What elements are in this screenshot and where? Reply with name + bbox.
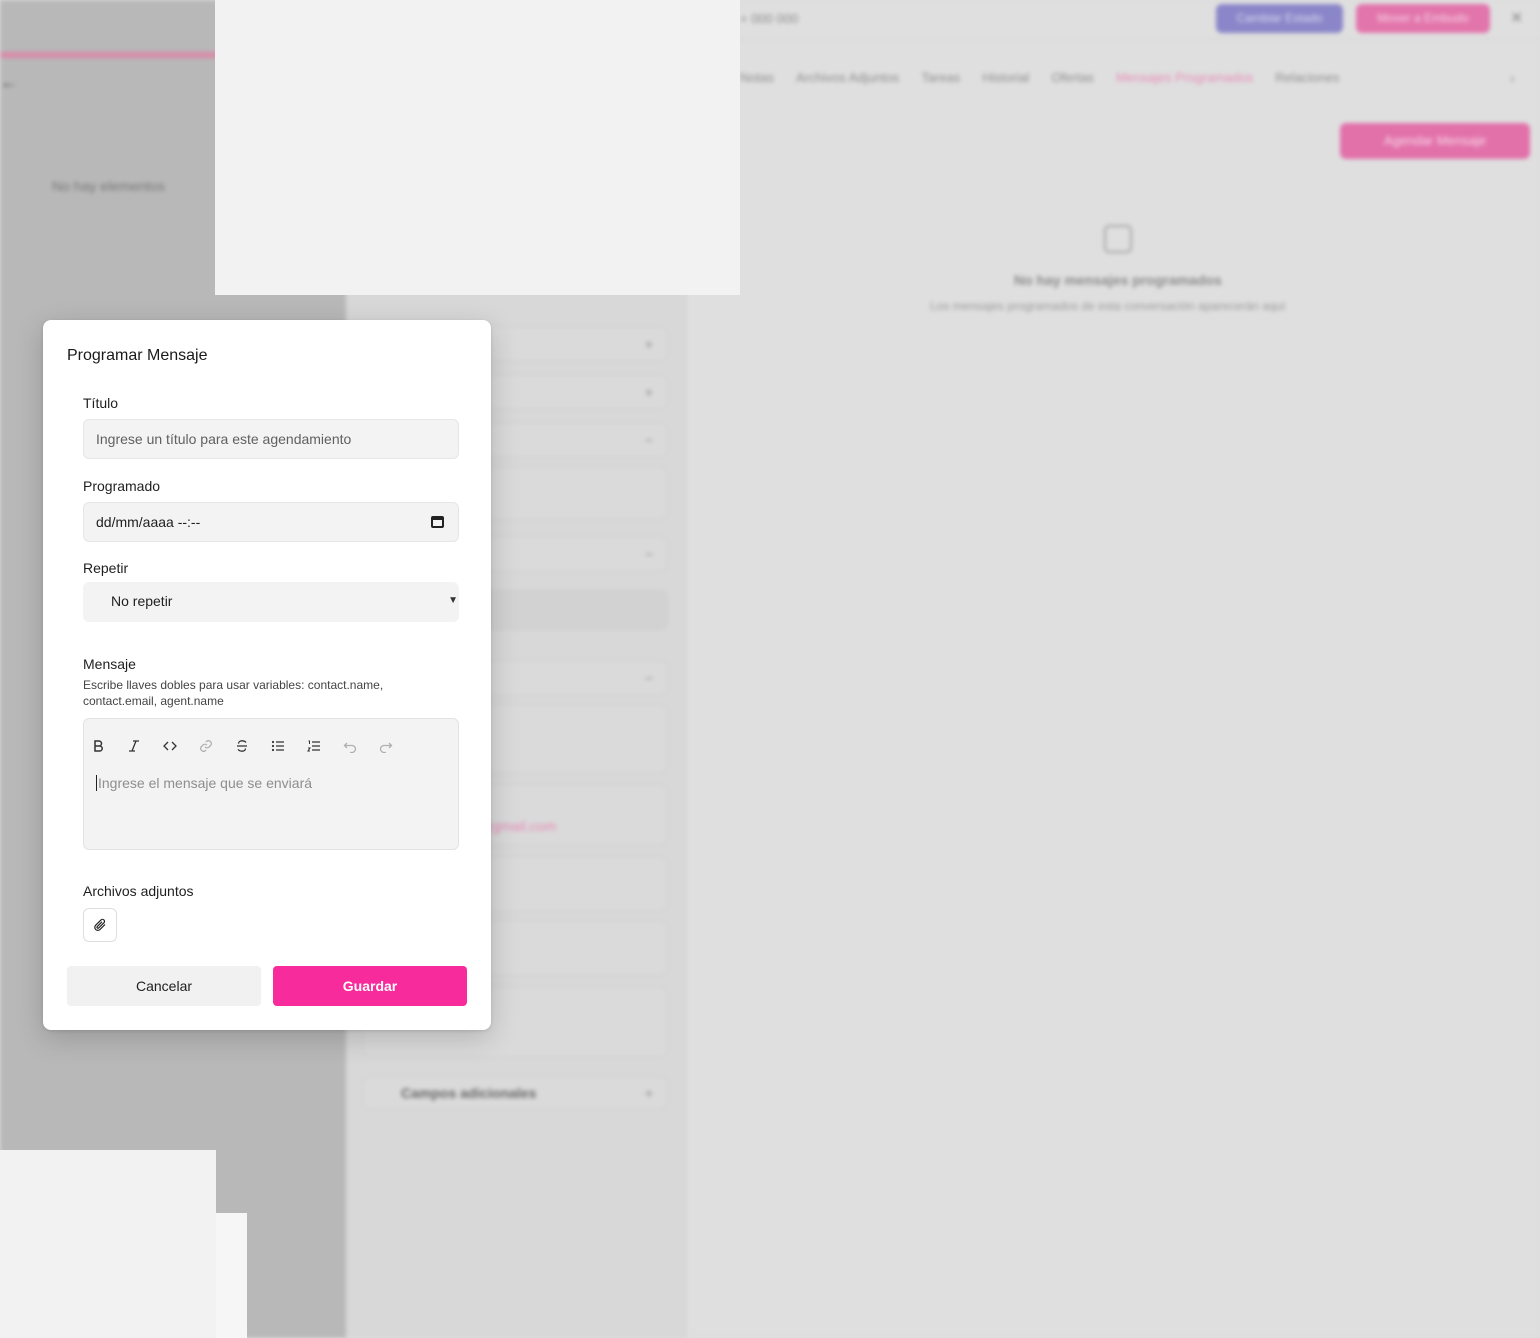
background-card-title: Campos adicionales [401, 1085, 537, 1101]
background-tab: Notas [740, 70, 774, 85]
schedule-message-modal: Programar Mensaje Título Ingrese un títu… [43, 320, 491, 1030]
title-input[interactable]: Ingrese un título para este agendamiento [83, 419, 459, 459]
italic-icon[interactable] [121, 735, 147, 757]
overlay-panel [215, 0, 740, 295]
background-phone: + 000 000 [740, 11, 799, 26]
background-calendar-icon [1104, 225, 1132, 253]
cancel-button[interactable]: Cancelar [67, 966, 261, 1006]
code-icon[interactable] [157, 735, 183, 757]
save-button[interactable]: Guardar [273, 966, 467, 1006]
link-icon[interactable] [193, 735, 219, 757]
ordered-list-icon[interactable] [301, 735, 327, 757]
schedule-datetime-placeholder: dd/mm/aaaa --:-- [96, 514, 201, 530]
attachments-label: Archivos adjuntos [83, 883, 194, 899]
bullet-list-icon[interactable] [265, 735, 291, 757]
message-editor[interactable]: Ingrese el mensaje que se enviará [83, 718, 459, 850]
schedule-label: Programado [83, 478, 161, 494]
repeat-select[interactable]: No repetir ▼ [83, 582, 459, 622]
repeat-select-value: No repetir [111, 593, 173, 609]
background-tabs: Notas Archivos Adjuntos Tareas Historial… [740, 70, 1340, 85]
background-tab: Ofertas [1051, 70, 1094, 85]
schedule-datetime-input[interactable]: dd/mm/aaaa --:-- [83, 502, 459, 542]
bold-icon[interactable] [85, 735, 111, 757]
background-empty-subtitle: Los mensajes programados de esta convers… [930, 299, 1286, 313]
overlay-panel [216, 1213, 247, 1338]
background-funnel-button: Mover a Embudo [1356, 4, 1490, 33]
background-status-button: Cambiar Estado [1216, 4, 1343, 33]
overlay-panel [0, 1150, 216, 1338]
background-tab: Historial [982, 70, 1030, 85]
title-label: Título [83, 395, 119, 411]
chevron-down-icon: ▼ [448, 595, 458, 606]
calendar-icon[interactable] [431, 516, 444, 528]
background-main-pane [686, 0, 1540, 1338]
message-placeholder: Ingrese el mensaje que se enviará [96, 775, 313, 791]
background-tab: Archivos Adjuntos [795, 70, 900, 85]
background-tab: Tareas [921, 70, 961, 85]
background-tab-active: Mensajes Programados [1115, 70, 1254, 85]
background-chevron-right-icon: › [1510, 70, 1515, 86]
attach-file-button[interactable] [83, 908, 117, 942]
background-empty-title: No hay mensajes programados [1014, 272, 1222, 288]
background-add-button: Agendar Mensaje [1340, 123, 1530, 159]
redo-icon[interactable] [373, 735, 399, 757]
paperclip-icon [94, 918, 106, 931]
background-tab: Relaciones [1275, 70, 1340, 85]
modal-title: Programar Mensaje [67, 347, 208, 364]
message-hint: Escribe llaves dobles para usar variable… [83, 678, 384, 708]
background-empty-text: No hay elementos [52, 178, 165, 194]
undo-icon[interactable] [337, 735, 363, 757]
background-card: Campos adicionales + [362, 1076, 668, 1110]
background-close-icon: ✕ [1510, 10, 1524, 27]
message-label: Mensaje [83, 656, 136, 672]
title-input-placeholder: Ingrese un título para este agendamiento [96, 431, 352, 447]
strikethrough-icon[interactable] [229, 735, 255, 757]
back-arrow-icon: ← [0, 72, 18, 92]
repeat-label: Repetir [83, 560, 129, 576]
